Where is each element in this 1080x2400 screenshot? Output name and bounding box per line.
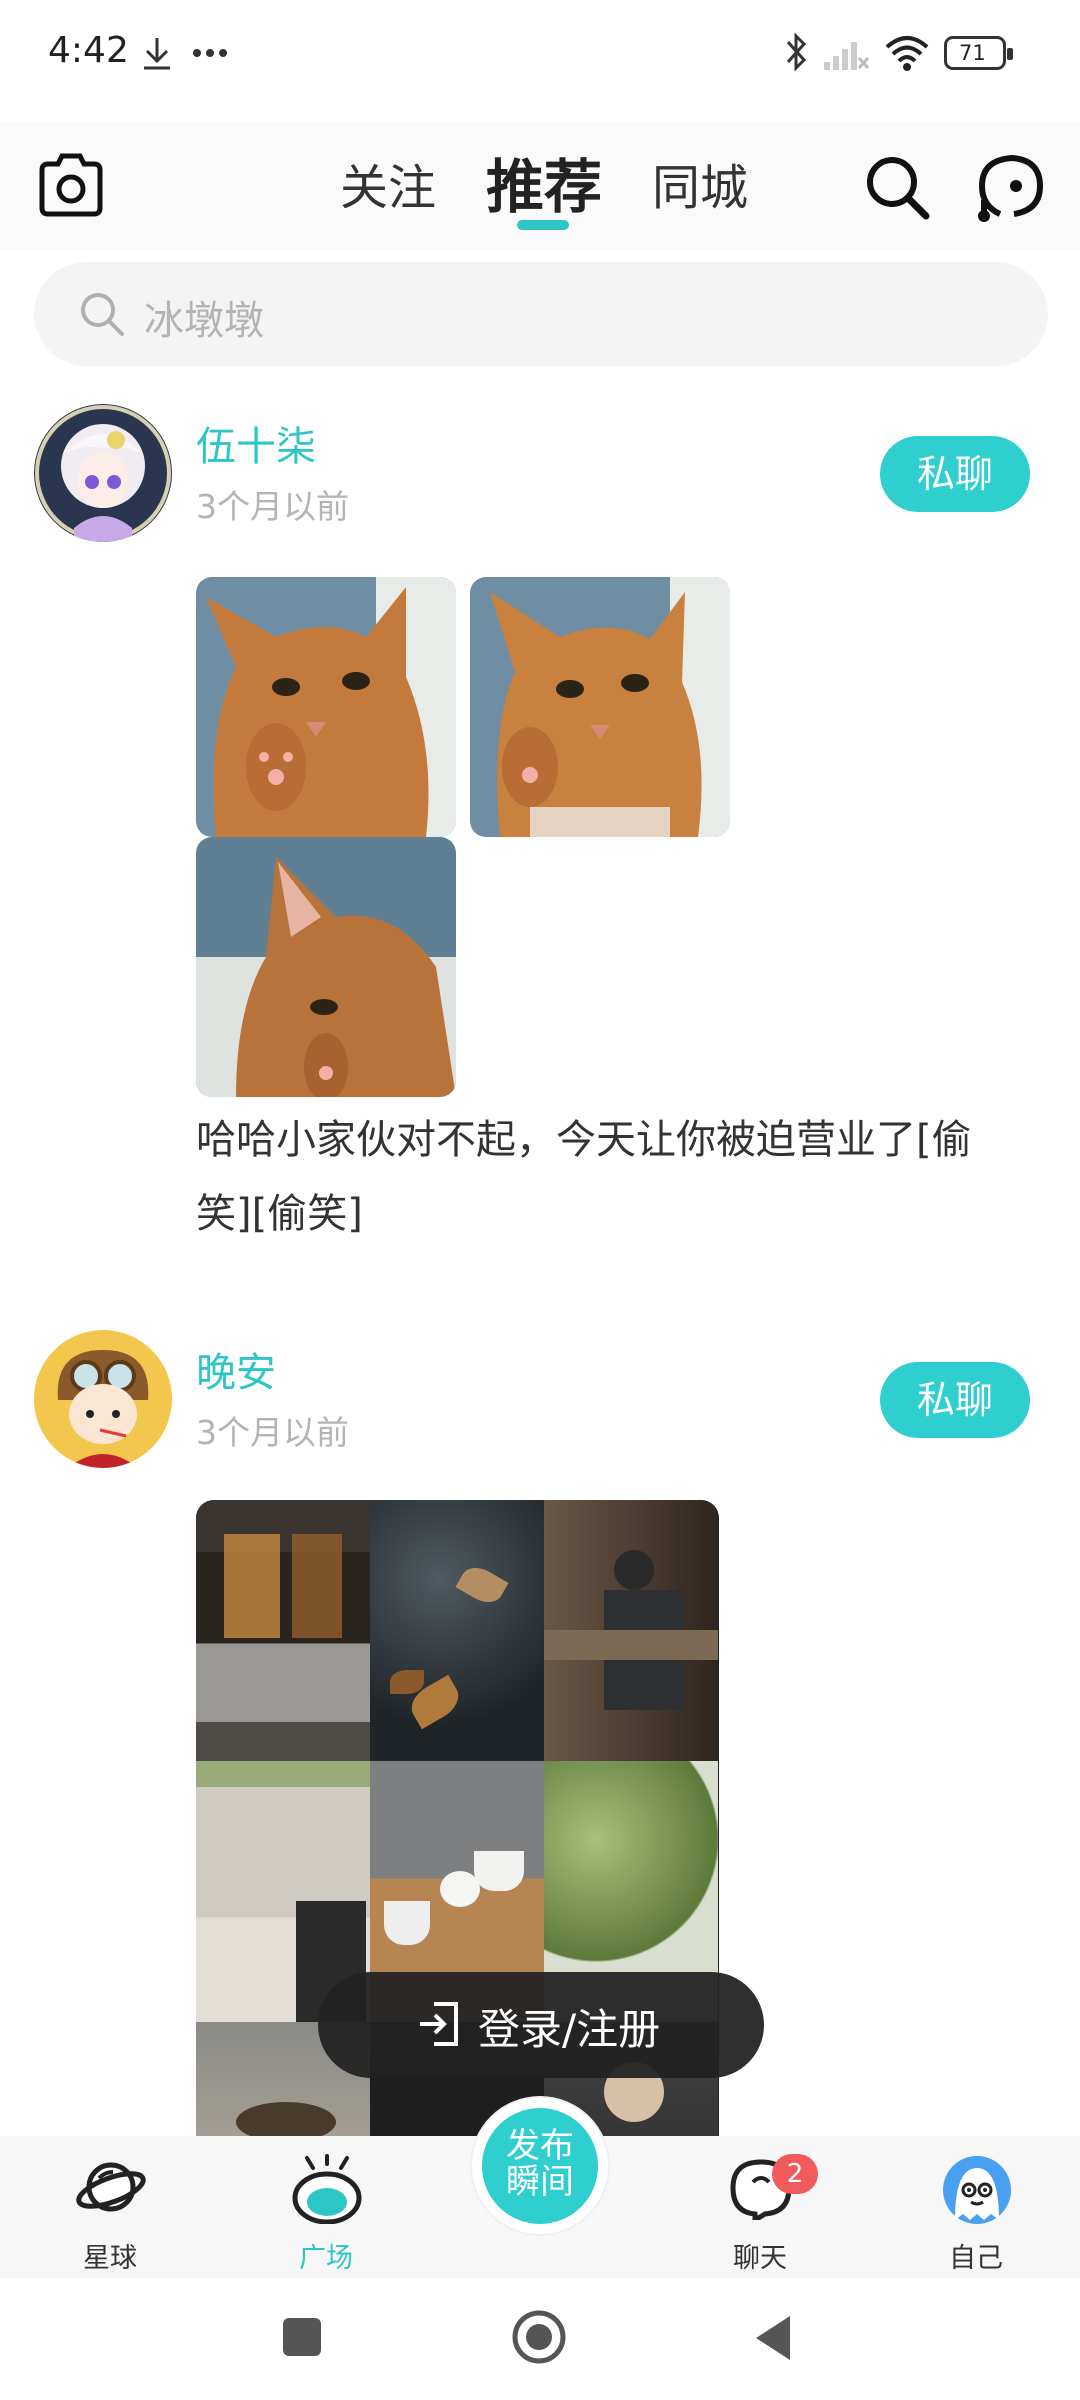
- home-button[interactable]: [510, 2308, 568, 2366]
- collage-cell-rain-leaves: [370, 1500, 544, 1761]
- post-text: 哈哈小家伙对不起，今天让你被迫营业了[偷笑][偷笑]: [196, 1117, 972, 1237]
- square-eye-icon: [292, 2154, 362, 2224]
- post-photo[interactable]: [196, 837, 456, 1097]
- planet-icon: [76, 2162, 146, 2212]
- unread-badge: 2: [772, 2154, 818, 2194]
- search-icon: [81, 293, 124, 336]
- avatar[interactable]: [34, 1330, 172, 1468]
- login-register-button[interactable]: 登录/注册: [318, 1972, 764, 2078]
- search-placeholder: 冰墩墩: [144, 298, 264, 344]
- post-timestamp: 3个月以前: [196, 1413, 349, 1452]
- collage-cell-cafe-window: [196, 1500, 370, 1761]
- anime-avatar-image: [35, 405, 171, 542]
- search-input[interactable]: 冰墩墩: [34, 262, 1048, 366]
- tab-active-indicator: [517, 220, 569, 230]
- status-time: 4:42: [48, 30, 129, 71]
- bluetooth-icon: [786, 32, 807, 72]
- post-photo[interactable]: [196, 577, 456, 837]
- publish-label-line1: 发布: [506, 2126, 574, 2166]
- battery-level: 71: [959, 41, 986, 65]
- collage-cell-cafe-counter: [544, 1500, 718, 1761]
- camera-icon[interactable]: [36, 152, 106, 218]
- nav-item-planet[interactable]: 星球: [40, 2136, 180, 2278]
- private-chat-button[interactable]: 私聊: [880, 1362, 1030, 1438]
- top-nav: 关注 推荐 同城: [0, 122, 1080, 250]
- ghost-avatar-icon: [943, 2156, 1011, 2224]
- status-bar: 4:42 71: [0, 0, 1080, 110]
- battery-icon: 71: [944, 36, 1013, 70]
- tab-local[interactable]: 同城: [652, 148, 748, 218]
- tab-recommend[interactable]: 推荐: [486, 140, 602, 224]
- nav-label-square: 广场: [299, 2243, 353, 2274]
- more-dots-icon: [193, 49, 227, 57]
- username[interactable]: 晚安: [196, 1340, 276, 1398]
- publish-label-line2: 瞬间: [506, 2162, 574, 2202]
- tab-follow[interactable]: 关注: [340, 148, 436, 218]
- post-photo[interactable]: [470, 577, 730, 837]
- recents-button[interactable]: [283, 2318, 321, 2356]
- login-register-label: 登录/注册: [478, 2005, 661, 2054]
- publish-moment-button[interactable]: 发布 瞬间: [472, 2098, 608, 2234]
- post-timestamp: 3个月以前: [196, 487, 349, 526]
- cartoon-pilot-avatar-image: [34, 1330, 172, 1468]
- system-nav-bar: [0, 2278, 1080, 2400]
- search-icon[interactable]: [864, 154, 932, 222]
- avatar[interactable]: [34, 404, 172, 542]
- signal-icon: [824, 42, 870, 70]
- nav-label-planet: 星球: [83, 2243, 137, 2274]
- private-chat-button[interactable]: 私聊: [880, 436, 1030, 512]
- nav-label-me: 自己: [949, 2243, 1003, 2274]
- nav-item-square[interactable]: 广场: [256, 2136, 396, 2278]
- login-icon: [420, 2002, 458, 2046]
- wifi-icon: [885, 36, 929, 71]
- cat-photo-3: [196, 837, 456, 1097]
- nav-label-chat: 聊天: [733, 2243, 787, 2274]
- cat-photo-1: [196, 577, 456, 837]
- download-icon: [144, 38, 170, 70]
- back-button[interactable]: [752, 2314, 792, 2362]
- music-chat-icon[interactable]: [974, 150, 1048, 224]
- cat-photo-2: [470, 577, 730, 837]
- nav-item-me[interactable]: 自己: [906, 2136, 1046, 2278]
- username[interactable]: 伍十柒: [196, 414, 316, 472]
